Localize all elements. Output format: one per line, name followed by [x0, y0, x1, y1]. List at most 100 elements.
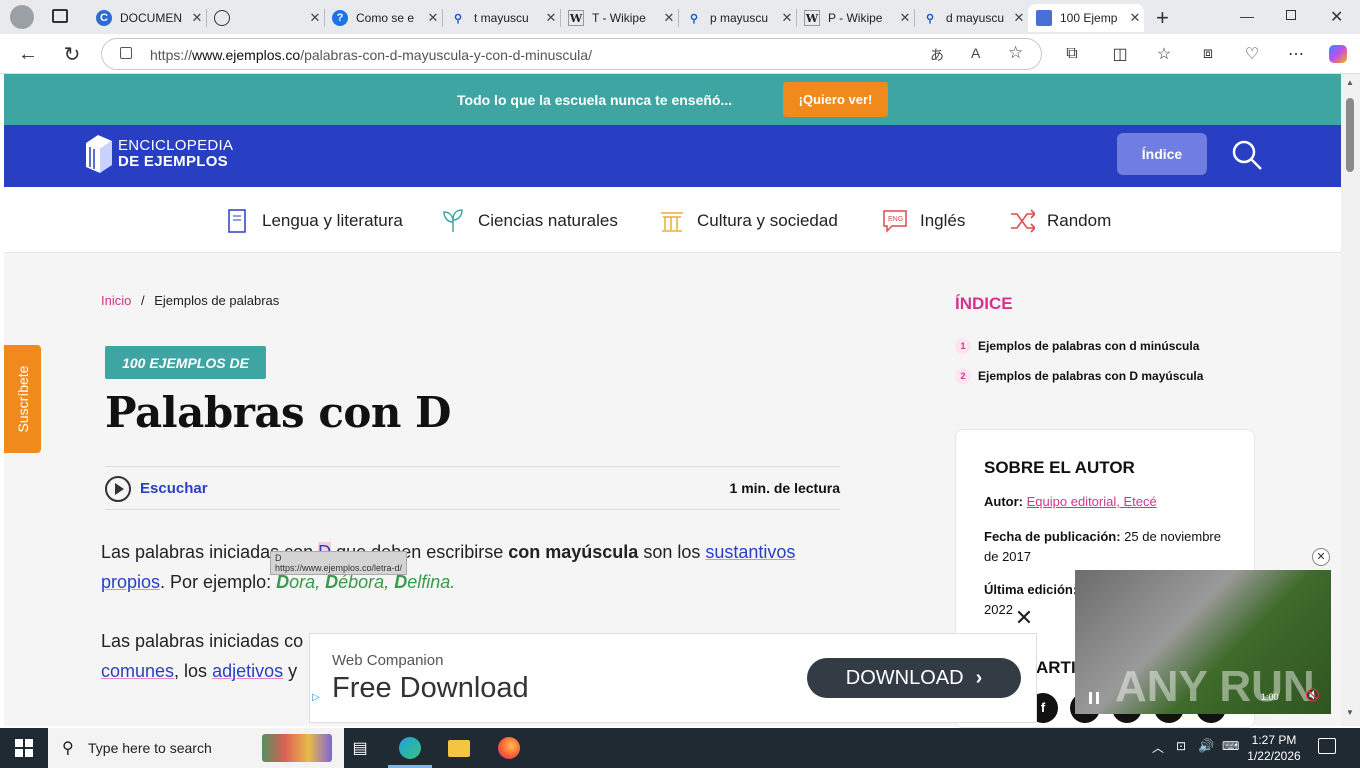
keyboard-icon[interactable]: ⌨ [1222, 739, 1239, 753]
play-icon[interactable] [105, 476, 131, 502]
propios-link[interactable]: propios [101, 572, 160, 592]
file-explorer-icon[interactable] [447, 736, 471, 760]
nav-ingles[interactable]: ENG Inglés [882, 208, 965, 234]
globe-icon [214, 10, 230, 26]
category-nav: Lengua y literatura Ciencias naturales C… [4, 187, 1341, 253]
scroll-thumb[interactable] [1346, 98, 1354, 172]
nav-lengua-literatura[interactable]: Lengua y literatura [224, 208, 403, 234]
adjetivos-link[interactable]: adjetivos [212, 661, 283, 681]
collections-icon[interactable]: ⧈ [1196, 42, 1220, 66]
close-tab-icon[interactable]: ✕ [188, 10, 206, 26]
tab-document[interactable]: C DOCUMEN ✕ [88, 4, 206, 32]
column-icon [659, 208, 685, 234]
close-tab-icon[interactable]: ✕ [542, 10, 560, 26]
index-item-1[interactable]: 1 Ejemplos de palabras con d minúscula [955, 338, 1199, 354]
search-highlight-icon [262, 734, 332, 762]
split-screen-icon[interactable]: ◫ [1108, 42, 1132, 66]
site-logo[interactable]: ENCICLOPEDIA DE EJEMPLOS [84, 133, 234, 177]
show-hidden-icons-icon[interactable]: ︿ [1152, 739, 1164, 756]
article-tag: 100 EJEMPLOS DE [105, 346, 266, 379]
index-heading: ÍNDICE [955, 294, 1013, 313]
promo-text: Todo lo que la escuela nunca te enseñó..… [457, 92, 733, 108]
index-item-2[interactable]: 2 Ejemplos de palabras con D mayúscula [955, 368, 1203, 384]
notifications-icon[interactable] [1318, 738, 1336, 754]
browser-essentials-icon[interactable]: ♡ [1240, 42, 1264, 66]
close-tab-icon[interactable]: ✕ [660, 10, 678, 26]
close-tab-icon[interactable]: ✕ [1010, 10, 1028, 26]
search-icon: ⚲ [453, 12, 463, 25]
comunes-link[interactable]: comunes [101, 661, 174, 681]
close-tab-icon[interactable]: ✕ [1126, 10, 1144, 26]
task-view-icon[interactable]: ▤ [348, 736, 372, 760]
tab-actions-icon[interactable] [52, 9, 68, 23]
back-icon[interactable]: ← [16, 42, 40, 66]
book-icon [224, 208, 250, 234]
taskbar-search[interactable]: ⚲ Type here to search [48, 728, 344, 768]
windows-start-icon[interactable] [12, 736, 36, 760]
paragraph-1: Las palabras iniciadas con D que deben e… [101, 542, 796, 592]
subscribe-tab[interactable]: Suscríbete [4, 345, 41, 453]
publication-date: Fecha de publicación: 25 de noviembre de… [984, 529, 1221, 564]
address-bar[interactable]: https://www.ejemplos.co/palabras-con-d-m… [101, 38, 1042, 70]
scroll-down-icon[interactable]: ▼ [1346, 708, 1354, 717]
mute-icon[interactable]: 🔇 [1305, 688, 1320, 702]
video-player[interactable]: ANY RUN 1:00 🔇 [1075, 570, 1331, 714]
pause-icon[interactable] [1089, 692, 1099, 704]
tab-t-wikipedia[interactable]: W T - Wikipe ✕ [560, 4, 678, 32]
sustantivos-link[interactable]: sustantivos [705, 542, 795, 562]
close-tab-icon[interactable]: ✕ [896, 10, 914, 26]
tab-p-wikipedia[interactable]: W P - Wikipe ✕ [796, 4, 914, 32]
profile-avatar[interactable] [10, 5, 34, 29]
restore-icon[interactable] [1286, 10, 1296, 20]
settings-more-icon[interactable]: ⋯ [1284, 42, 1308, 66]
firefox-icon[interactable] [497, 736, 521, 760]
page-title: Palabras con D [105, 388, 451, 437]
video-close-icon[interactable]: ✕ [1312, 548, 1330, 566]
nav-cultura-sociedad[interactable]: Cultura y sociedad [659, 208, 838, 234]
author-link[interactable]: Equipo editorial, Etecé [1027, 494, 1157, 509]
close-tab-icon[interactable]: ✕ [778, 10, 796, 26]
breadcrumb-current[interactable]: Ejemplos de palabras [154, 293, 279, 308]
close-tab-icon[interactable]: ✕ [424, 10, 442, 26]
translate-icon[interactable]: あ [930, 45, 944, 65]
new-tab-icon[interactable]: + [1156, 5, 1169, 31]
ad-subtitle: Web Companion [332, 652, 444, 669]
search-icon[interactable] [1231, 139, 1263, 171]
search-icon: ⚲ [62, 740, 74, 757]
refresh-icon[interactable]: ↻ [60, 42, 84, 66]
tab-t-mayuscula[interactable]: ⚲ t mayuscu ✕ [442, 4, 560, 32]
site-info-lock-icon[interactable] [120, 47, 132, 59]
ad-banner[interactable]: ▷ Web Companion Free Download DOWNLOAD › [309, 633, 1037, 723]
video-watermark: ANY RUN [1115, 662, 1315, 711]
tab-100-ejemplos-active[interactable]: 100 Ejemp ✕ [1028, 4, 1144, 32]
tab-globe[interactable]: ✕ [206, 4, 324, 32]
close-tab-icon[interactable]: ✕ [306, 10, 324, 26]
tab-p-mayuscula[interactable]: ⚲ p mayuscu ✕ [678, 4, 796, 32]
tab-d-mayuscula[interactable]: ⚲ d mayuscu ✕ [914, 4, 1028, 32]
page-scrollbar[interactable]: ▲ ▼ [1341, 74, 1360, 726]
extensions-icon[interactable]: ⧉ [1060, 42, 1084, 66]
ad-download-button[interactable]: DOWNLOAD › [807, 658, 1021, 698]
copilot-icon[interactable] [1326, 42, 1350, 66]
breadcrumb-home-link[interactable]: Inicio [101, 293, 131, 308]
edge-taskbar-icon[interactable] [398, 736, 422, 760]
indice-button[interactable]: Índice [1117, 133, 1207, 175]
volume-icon[interactable]: 🔊 [1198, 738, 1214, 754]
promo-button[interactable]: ¡Quiero ver! [783, 82, 888, 117]
listen-button[interactable]: Escuchar [140, 480, 208, 497]
shuffle-icon [1009, 208, 1035, 234]
minimize-icon[interactable]: — [1240, 8, 1254, 24]
favorites-icon[interactable]: ☆ [1152, 42, 1176, 66]
taskbar-clock[interactable]: 1:27 PM 1/22/2026 [1244, 732, 1304, 764]
ad-close-icon[interactable]: ✕ [1013, 607, 1035, 629]
scroll-up-icon[interactable]: ▲ [1346, 78, 1354, 87]
read-aloud-icon[interactable]: A [971, 45, 980, 61]
network-icon[interactable]: ⊡ [1176, 739, 1186, 753]
nav-random[interactable]: Random [1009, 208, 1111, 234]
ad-choices-icon[interactable]: ▷ [312, 692, 322, 703]
close-window-icon[interactable]: ✕ [1330, 7, 1343, 27]
author-row: Autor: Equipo editorial, Etecé [984, 494, 1157, 509]
nav-ciencias-naturales[interactable]: Ciencias naturales [440, 208, 618, 234]
favorite-star-icon[interactable]: ☆ [1008, 43, 1023, 63]
tab-como-se-escribe[interactable]: ? Como se e ✕ [324, 4, 442, 32]
